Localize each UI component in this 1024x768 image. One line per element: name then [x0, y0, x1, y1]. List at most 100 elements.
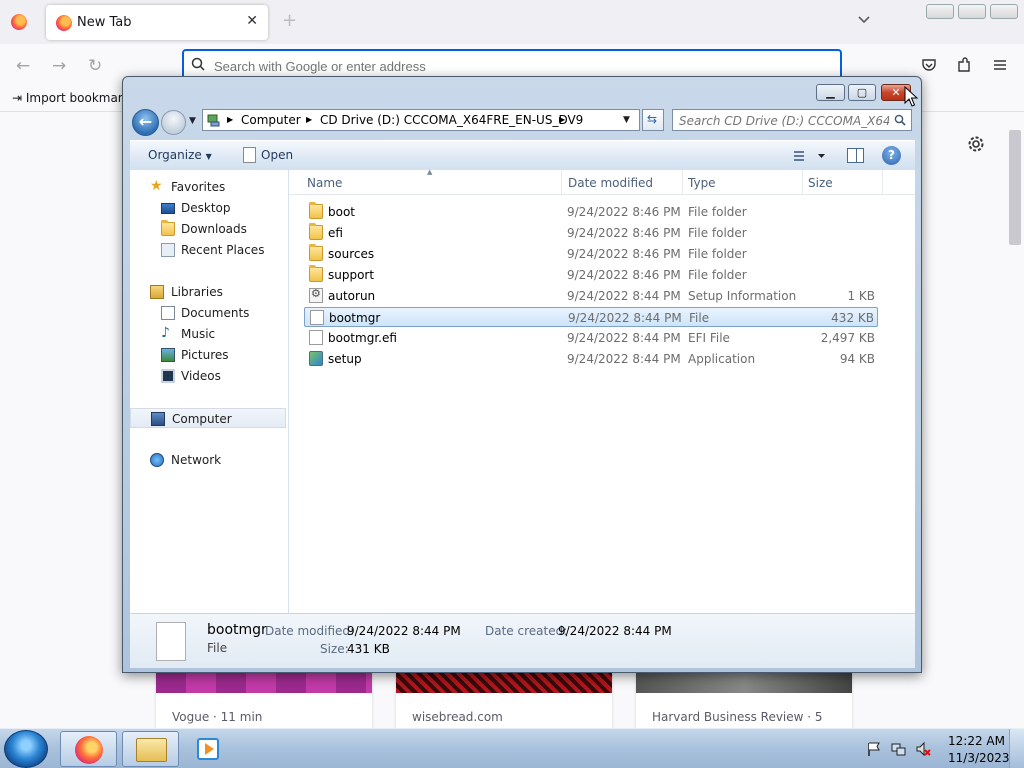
- search-icon[interactable]: [894, 114, 906, 126]
- column-divider[interactable]: [561, 170, 562, 194]
- firefox-logo-icon[interactable]: [11, 14, 27, 30]
- breadcrumb-separator-icon[interactable]: ▶: [559, 115, 565, 124]
- story-card-wisebread[interactable]: wisebread.com: [396, 672, 612, 728]
- system-maximize-button[interactable]: [958, 4, 986, 19]
- minimize-icon: ▁: [826, 86, 835, 99]
- forward-button[interactable]: [161, 110, 186, 135]
- browser-tab-bar: New Tab ✕ +: [0, 0, 1024, 44]
- open-button[interactable]: Open: [243, 147, 293, 163]
- file-type: Setup Information: [688, 289, 797, 303]
- story-card-vogue[interactable]: Vogue · 11 min: [156, 672, 372, 728]
- refresh-button[interactable]: ⇆: [642, 109, 664, 131]
- tab-close-icon[interactable]: ✕: [246, 13, 258, 29]
- nav-favorites[interactable]: ★ Favorites: [130, 177, 288, 197]
- back-arrow-icon[interactable]: ←: [16, 56, 30, 76]
- system-close-button[interactable]: [990, 4, 1018, 19]
- file-row-support[interactable]: support 9/24/2022 8:46 PM File folder: [304, 265, 878, 285]
- page-scrollbar[interactable]: [1008, 130, 1022, 726]
- speaker-muted-icon[interactable]: [915, 741, 931, 757]
- nav-documents[interactable]: Documents: [130, 303, 288, 323]
- file-type: EFI File: [688, 331, 730, 345]
- clock-time[interactable]: 12:22 AM: [948, 734, 1005, 748]
- minimize-button[interactable]: ▁: [816, 84, 845, 101]
- details-size-label: Size:: [320, 642, 349, 656]
- taskbar-firefox-button[interactable]: [60, 731, 117, 767]
- tab-title: New Tab: [77, 15, 132, 30]
- chevron-down-icon: ▼: [205, 152, 212, 161]
- file-row-bootmgr[interactable]: bootmgr 9/24/2022 8:44 PM File 432 KB: [304, 307, 878, 327]
- maximize-button[interactable]: ▢: [848, 84, 876, 101]
- column-divider[interactable]: [682, 170, 683, 194]
- breadcrumb-computer[interactable]: Computer: [241, 113, 301, 127]
- taskbar-explorer-button[interactable]: [122, 731, 179, 767]
- breadcrumb-cd-drive[interactable]: CD Drive (D:) CCCOMA_X64FRE_EN-US_DV9: [320, 113, 583, 127]
- organize-button[interactable]: Organize ▼: [148, 148, 212, 162]
- search-box[interactable]: [672, 109, 912, 131]
- extensions-icon[interactable]: [955, 56, 973, 74]
- nav-computer[interactable]: Computer: [130, 408, 286, 428]
- column-header-size[interactable]: Size: [808, 176, 833, 190]
- forward-arrow-icon[interactable]: →: [52, 56, 66, 76]
- music-note-icon: ♪: [161, 325, 170, 341]
- column-header-name[interactable]: Name: [307, 176, 342, 190]
- file-row-efi[interactable]: efi 9/24/2022 8:46 PM File folder: [304, 223, 878, 243]
- file-row-bootmgr-efi[interactable]: bootmgr.efi 9/24/2022 8:44 PM EFI File 2…: [304, 328, 878, 348]
- file-date: 9/24/2022 8:44 PM: [567, 289, 681, 303]
- address-history-dropdown-icon[interactable]: ▼: [623, 115, 630, 125]
- address-bar[interactable]: ▶ Computer ▶ CD Drive (D:) CCCOMA_X64FRE…: [202, 109, 640, 131]
- nav-libraries[interactable]: Libraries: [130, 282, 288, 302]
- browser-tab-new-tab[interactable]: New Tab ✕: [46, 5, 268, 40]
- breadcrumb-separator-icon[interactable]: ▶: [306, 115, 312, 124]
- change-view-icon[interactable]: [792, 149, 828, 163]
- file-type: Application: [688, 352, 756, 366]
- system-minimize-button[interactable]: [926, 4, 954, 19]
- story-thumbnail: [156, 672, 372, 693]
- menu-icon[interactable]: [991, 56, 1009, 74]
- preview-pane-button[interactable]: [847, 148, 864, 163]
- file-size: 1 KB: [847, 289, 875, 303]
- nav-label: Music: [181, 327, 216, 341]
- url-input[interactable]: [214, 55, 814, 77]
- new-tab-button[interactable]: +: [282, 10, 297, 31]
- network-status-icon[interactable]: [891, 741, 907, 757]
- clock-date[interactable]: 11/3/2023: [948, 751, 1010, 765]
- nav-label: Videos: [181, 369, 221, 383]
- media-player-icon[interactable]: [197, 738, 219, 760]
- column-divider[interactable]: [882, 170, 883, 194]
- chevron-down-icon[interactable]: [856, 12, 872, 28]
- details-size-value: 431 KB: [347, 642, 390, 656]
- scrollbar-thumb[interactable]: [1009, 130, 1021, 245]
- nav-recent-places[interactable]: Recent Places: [130, 240, 288, 260]
- nav-network[interactable]: Network: [130, 450, 288, 470]
- column-divider[interactable]: [802, 170, 803, 194]
- reload-icon[interactable]: ↻: [88, 56, 102, 76]
- gear-icon[interactable]: [966, 134, 986, 154]
- file-row-setup[interactable]: setup 9/24/2022 8:44 PM Application 94 K…: [304, 349, 878, 369]
- file-row-sources[interactable]: sources 9/24/2022 8:46 PM File folder: [304, 244, 878, 264]
- start-button-windows-icon[interactable]: [4, 730, 48, 768]
- nav-videos[interactable]: Videos: [130, 366, 288, 386]
- file-date: 9/24/2022 8:44 PM: [567, 352, 681, 366]
- sort-ascending-icon: ▲: [427, 168, 433, 176]
- recent-pages-dropdown-icon[interactable]: ▼: [189, 116, 196, 126]
- column-header-type[interactable]: Type: [688, 176, 716, 190]
- show-desktop-button[interactable]: [1009, 729, 1024, 768]
- action-center-flag-icon[interactable]: [866, 741, 882, 757]
- file-name: sources: [328, 247, 375, 261]
- column-header-date[interactable]: Date modified: [568, 176, 653, 190]
- pocket-icon[interactable]: [920, 56, 938, 74]
- story-card-hbr[interactable]: Harvard Business Review · 5: [636, 672, 852, 728]
- details-pane: bootmgr File Date modified: 9/24/2022 8:…: [130, 613, 915, 668]
- file-row-boot[interactable]: boot 9/24/2022 8:46 PM File folder: [304, 202, 878, 222]
- help-button[interactable]: ?: [882, 146, 901, 165]
- nav-music[interactable]: ♪ Music: [130, 324, 288, 344]
- videos-icon: [161, 369, 175, 383]
- file-row-autorun[interactable]: autorun 9/24/2022 8:44 PM Setup Informat…: [304, 286, 878, 306]
- nav-desktop[interactable]: Desktop: [130, 198, 288, 218]
- search-input[interactable]: [679, 113, 889, 128]
- breadcrumb-separator-icon[interactable]: ▶: [227, 115, 233, 124]
- nav-downloads[interactable]: Downloads: [130, 219, 288, 239]
- nav-pictures[interactable]: Pictures: [130, 345, 288, 365]
- file-date: 9/24/2022 8:46 PM: [567, 226, 681, 240]
- back-button[interactable]: ←: [132, 109, 159, 136]
